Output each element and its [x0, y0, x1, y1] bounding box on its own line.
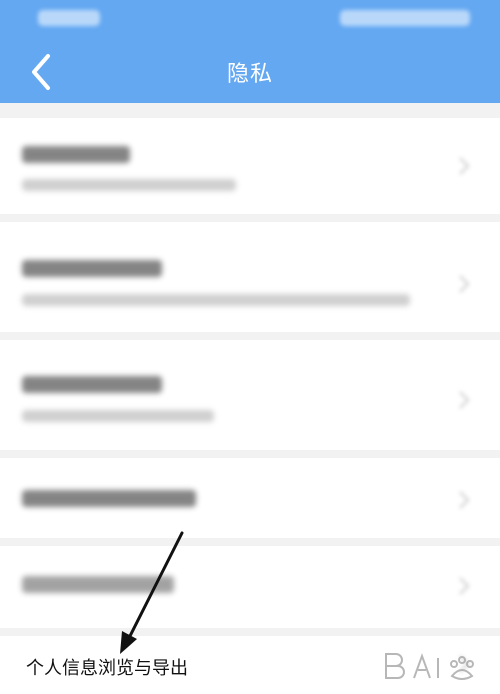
watermark-logo [385, 653, 474, 680]
annotation-caption: 个人信息浏览与导出 [26, 658, 188, 679]
annotation-arrow-icon [120, 531, 184, 654]
